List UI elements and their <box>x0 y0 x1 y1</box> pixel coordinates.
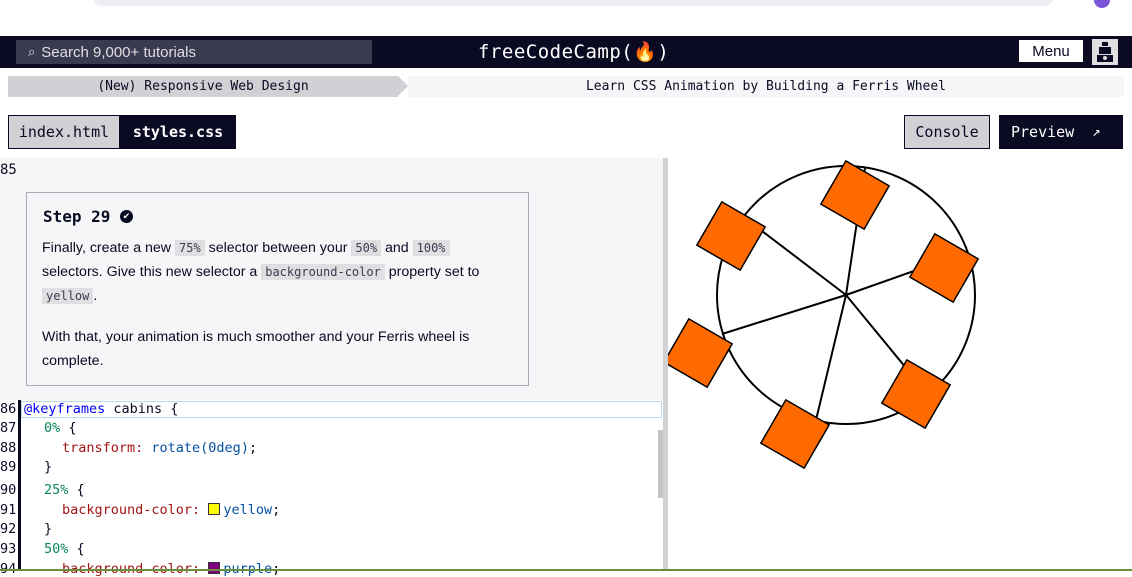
external-link-icon[interactable]: ↗ <box>1092 124 1100 140</box>
code-line: 25% { <box>44 482 85 498</box>
check-circle-icon: ✔ <box>120 210 133 223</box>
step-instructions-line2: selectors. Give this new selector a back… <box>42 264 480 280</box>
cabin <box>695 200 767 272</box>
step-instructions-line1: Finally, create a new 75% selector betwe… <box>42 236 512 260</box>
cabin <box>908 232 980 304</box>
line-number: 87 <box>0 420 17 436</box>
search-placeholder: Search 9,000+ tutorials <box>41 43 196 61</box>
line-number: 92 <box>0 521 17 537</box>
tab-styles-css[interactable]: styles.css <box>120 115 236 149</box>
preview-label: Preview <box>1011 123 1075 141</box>
wheel-cabins <box>668 159 980 470</box>
code-line: 0% { <box>44 420 77 436</box>
step-title: Step 29 <box>43 207 111 226</box>
breadcrumb-course[interactable]: (New) Responsive Web Design <box>8 76 398 97</box>
preview-button[interactable]: Preview ↗ <box>999 115 1123 149</box>
menu-button[interactable]: Menu <box>1019 40 1083 62</box>
search-input[interactable]: ⌕ Search 9,000+ tutorials <box>16 40 372 64</box>
browser-profile-icon[interactable] <box>1094 0 1110 8</box>
code-background-color: background-color <box>261 264 385 280</box>
freecodecamp-logo[interactable]: freeCodeCamp(🔥) <box>478 38 669 66</box>
code-100: 100% <box>412 240 450 256</box>
ferris-wheel-preview <box>668 159 980 470</box>
code-50: 50% <box>351 240 382 256</box>
user-avatar-icon[interactable] <box>1092 39 1118 65</box>
line-number: 91 <box>0 502 17 518</box>
line-number: 86 <box>0 401 17 417</box>
console-button[interactable]: Console <box>904 115 990 149</box>
code-line: transform: rotate(0deg); <box>62 440 258 456</box>
code-75: 75% <box>175 240 205 256</box>
search-icon: ⌕ <box>28 44 36 59</box>
code-line: @keyframes cabins { <box>24 401 179 417</box>
line-number: 90 <box>0 482 17 498</box>
breadcrumb-separator <box>398 76 408 96</box>
address-bar[interactable] <box>92 0 1054 6</box>
line-number: 88 <box>0 440 17 456</box>
browser-url-strip <box>0 0 1132 36</box>
tab-index-html[interactable]: index.html <box>8 115 120 149</box>
line-number: 89 <box>0 459 17 475</box>
purple-color-swatch[interactable] <box>208 562 221 574</box>
code-line: } <box>44 459 53 475</box>
code-text-area[interactable] <box>0 400 663 571</box>
code-yellow: yellow <box>42 288 94 304</box>
step-conclusion-line2: complete. <box>42 353 104 369</box>
code-line: background-color: yellow; <box>62 502 281 518</box>
line-number: 85 <box>0 162 17 178</box>
yellow-color-swatch[interactable] <box>208 503 221 515</box>
step-instructions-line3: yellow. <box>42 284 512 308</box>
code-line: } <box>44 521 53 537</box>
breadcrumb-project[interactable]: Learn CSS Animation by Building a Ferris… <box>408 76 1124 97</box>
cabin <box>880 358 952 430</box>
step-conclusion-line1: With that, your animation is much smooth… <box>42 329 470 345</box>
editable-region-marker <box>18 400 21 571</box>
line-number: 93 <box>0 541 17 557</box>
code-line: 50% { <box>44 541 85 557</box>
